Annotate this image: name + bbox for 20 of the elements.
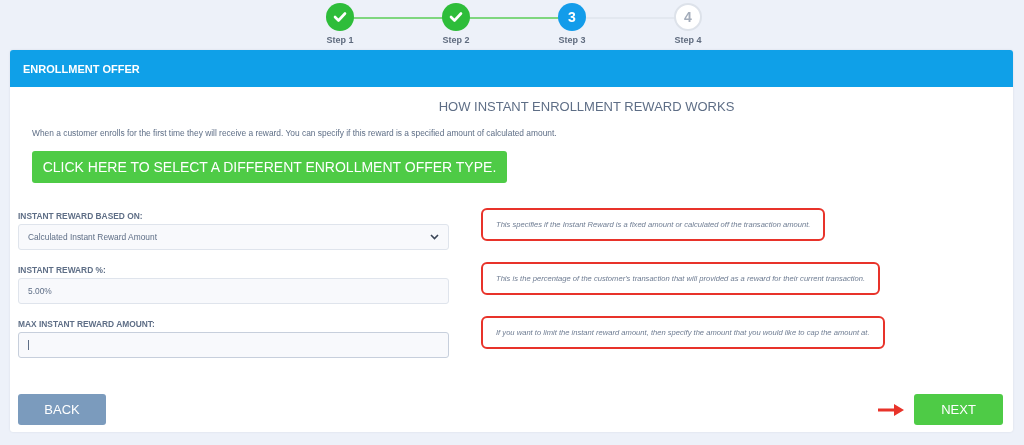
card-header: ENROLLMENT OFFER — [10, 50, 1013, 87]
step-label: Step 4 — [674, 35, 702, 45]
step-number: 3 — [558, 3, 586, 31]
next-button[interactable]: NEXT — [914, 394, 1003, 425]
back-button[interactable]: BACK — [18, 394, 106, 425]
field-label: INSTANT REWARD %: — [18, 265, 107, 277]
input-field[interactable] — [18, 332, 449, 358]
description: When a customer enrolls for the first time they will receive a reward. You can specify if this reward is a specified amount of calculated amount. — [32, 128, 558, 138]
field-label: INSTANT REWARD BASED ON: — [18, 211, 144, 223]
step-number: 4 — [674, 3, 702, 31]
field-label: MAX INSTANT REWARD AMOUNT: — [18, 319, 156, 331]
section-title: HOW INSTANT ENROLLMENT REWARD WORKS — [437, 99, 736, 114]
input-field[interactable]: 5.00% — [18, 278, 449, 304]
chevron-down-icon — [430, 234, 439, 240]
arrow-right-icon — [878, 403, 904, 416]
step-label: Step 3 — [558, 35, 586, 45]
offer-type-button[interactable]: CLICK HERE TO SELECT A DIFFERENT ENROLLMENT OFFER TYPE. — [32, 151, 507, 183]
step-label: Step 2 — [442, 35, 470, 45]
step-label: Step 1 — [326, 35, 354, 45]
select-field[interactable]: Calculated Instant Reward Amount — [18, 224, 449, 250]
